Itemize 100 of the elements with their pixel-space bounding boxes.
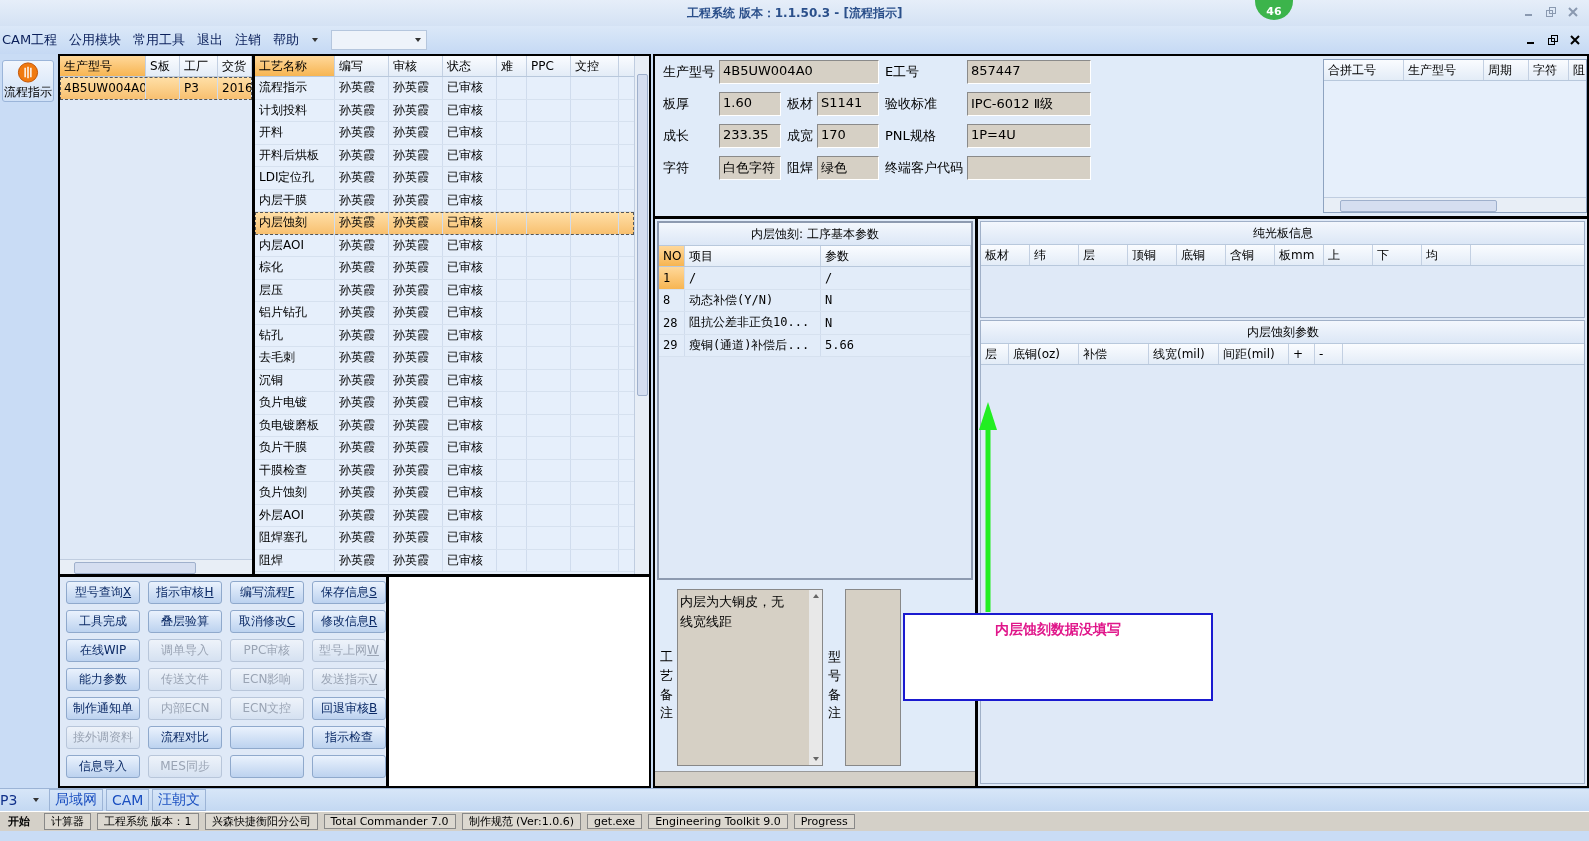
action-button[interactable]: 流程对比: [148, 726, 222, 749]
table-row[interactable]: 层压 孙英霞 孙英霞 已审核: [255, 279, 634, 302]
table-row[interactable]: 沉铜 孙英霞 孙英霞 已审核: [255, 369, 634, 392]
table-row[interactable]: 外层AOI 孙英霞 孙英霞 已审核: [255, 504, 634, 527]
input-field[interactable]: 绿色: [817, 156, 879, 180]
action-button[interactable]: 型号查询X: [66, 581, 140, 604]
taskbar-item[interactable]: 兴森快捷衡阳分公司: [204, 813, 318, 830]
column-header[interactable]: +: [1289, 344, 1315, 364]
column-header[interactable]: 阻: [1569, 60, 1586, 80]
column-header[interactable]: 层: [1079, 245, 1128, 265]
vertical-scrollbar[interactable]: [809, 590, 822, 765]
column-header[interactable]: 板mm: [1275, 245, 1324, 265]
action-button[interactable]: 保存信息S: [312, 581, 386, 604]
action-button[interactable]: 取消修改C: [230, 610, 304, 633]
status-tab[interactable]: 汪朝文: [152, 789, 207, 811]
table-row[interactable]: 去毛刺 孙英霞 孙英霞 已审核: [255, 347, 634, 370]
horizontal-scrollbar[interactable]: [1324, 197, 1586, 212]
column-header[interactable]: NO: [659, 246, 685, 266]
dropdown-arrow-icon[interactable]: [311, 37, 320, 43]
column-header[interactable]: 工厂: [180, 56, 218, 76]
column-header[interactable]: 间距(mil): [1219, 344, 1289, 364]
blank-button[interactable]: [230, 726, 304, 749]
status-tab[interactable]: 局域网: [49, 789, 103, 811]
column-header[interactable]: 项目: [685, 246, 821, 266]
sidebar-button[interactable]: 流程指示: [2, 60, 54, 102]
menu-item[interactable]: 退出: [197, 31, 224, 49]
column-header[interactable]: 层: [981, 344, 1009, 364]
input-field[interactable]: [967, 156, 1091, 180]
action-button[interactable]: 回退审核B: [312, 697, 386, 720]
input-field[interactable]: 170: [817, 124, 879, 148]
table-row[interactable]: 开料 孙英霞 孙英霞 已审核: [255, 122, 634, 145]
column-header[interactable]: 审核: [389, 56, 443, 76]
menu-item[interactable]: 帮助: [273, 31, 300, 49]
column-header[interactable]: 含铜: [1226, 245, 1275, 265]
vertical-scrollbar[interactable]: [634, 56, 649, 574]
column-header[interactable]: 生产型号: [60, 56, 146, 76]
column-header[interactable]: 顶铜: [1128, 245, 1177, 265]
horizontal-scrollbar[interactable]: [655, 771, 975, 786]
remark-field[interactable]: [845, 589, 901, 766]
column-header[interactable]: 状态: [443, 56, 497, 76]
table-row[interactable]: 负电镀磨板 孙英霞 孙英霞 已审核: [255, 414, 634, 437]
column-header[interactable]: 板材: [981, 245, 1030, 265]
column-header[interactable]: 工艺名称: [255, 56, 335, 76]
column-header[interactable]: 均: [1422, 245, 1471, 265]
table-row[interactable]: 棕化 孙英霞 孙英霞 已审核: [255, 257, 634, 280]
column-header[interactable]: 文控: [571, 56, 619, 76]
column-header[interactable]: 参数: [821, 246, 971, 266]
table-row[interactable]: 钻孔 孙英霞 孙英霞 已审核: [255, 324, 634, 347]
horizontal-scrollbar[interactable]: [60, 559, 252, 574]
action-button[interactable]: 在线WIP: [66, 639, 140, 662]
input-field[interactable]: 4B5UW004A0: [719, 60, 879, 84]
action-button[interactable]: 指示检查: [312, 726, 386, 749]
blank-button[interactable]: [312, 755, 386, 778]
menu-item[interactable]: 公用模块: [69, 31, 122, 49]
column-header[interactable]: 交货: [218, 56, 252, 76]
menu-item[interactable]: 常用工具: [133, 31, 186, 49]
input-field[interactable]: 1P=4U: [967, 124, 1091, 148]
table-row[interactable]: 负片蚀刻 孙英霞 孙英霞 已审核: [255, 482, 634, 505]
table-row[interactable]: 阻焊塞孔 孙英霞 孙英霞 已审核: [255, 527, 634, 550]
taskbar-item[interactable]: 工程系统 版本：1: [97, 813, 199, 830]
menu-item[interactable]: 注销: [235, 31, 262, 49]
action-button[interactable]: 工具完成: [66, 610, 140, 633]
action-button[interactable]: 编写流程F: [230, 581, 304, 604]
table-row[interactable]: 开料后烘板 孙英霞 孙英霞 已审核: [255, 144, 634, 167]
plant-selector[interactable]: P3: [0, 792, 26, 808]
dropdown-field[interactable]: [331, 30, 428, 50]
column-header[interactable]: 编写: [335, 56, 389, 76]
column-header[interactable]: 生产型号: [1404, 60, 1484, 80]
remark-field[interactable]: 内层为大铜皮，无线宽线距: [677, 589, 823, 766]
column-header[interactable]: 线宽(mil): [1149, 344, 1219, 364]
column-header[interactable]: 补偿: [1079, 344, 1149, 364]
column-header[interactable]: 周期: [1484, 60, 1529, 80]
taskbar-item[interactable]: get.exe: [587, 814, 643, 829]
column-header[interactable]: -: [1315, 344, 1343, 364]
blank-button[interactable]: [230, 755, 304, 778]
column-header[interactable]: 上: [1324, 245, 1373, 265]
taskbar-item[interactable]: 制作规范 (Ver:1.0.6): [461, 813, 582, 830]
menu-item[interactable]: CAM工程: [2, 31, 58, 49]
table-row[interactable]: 负片电镀 孙英霞 孙英霞 已审核: [255, 392, 634, 415]
input-field[interactable]: 1.60: [719, 92, 781, 116]
input-field[interactable]: S1141: [817, 92, 879, 116]
action-button[interactable]: 叠层验算: [148, 610, 222, 633]
input-field[interactable]: 233.35: [719, 124, 781, 148]
status-tab[interactable]: CAM: [106, 789, 150, 811]
restore-icon[interactable]: [1547, 34, 1559, 46]
input-field[interactable]: 白色字符: [719, 156, 781, 180]
input-field[interactable]: IPC-6012 Ⅱ级: [967, 92, 1091, 116]
caret-icon[interactable]: [414, 37, 423, 43]
scroll-up-icon[interactable]: [811, 593, 820, 599]
column-header[interactable]: 字符: [1529, 60, 1569, 80]
start-button[interactable]: 开始: [0, 814, 38, 829]
table-row[interactable]: 内层干膜 孙英霞 孙英霞 已审核: [255, 189, 634, 212]
table-row[interactable]: 阻焊 孙英霞 孙英霞 已审核: [255, 549, 634, 572]
column-header[interactable]: PPC: [527, 56, 571, 76]
column-header[interactable]: 底铜(oz): [1009, 344, 1079, 364]
taskbar-item[interactable]: 计算器: [44, 813, 91, 830]
table-row[interactable]: 内层AOI 孙英霞 孙英霞 已审核: [255, 234, 634, 257]
column-header[interactable]: 纬: [1030, 245, 1079, 265]
table-row[interactable]: 铝片钻孔 孙英霞 孙英霞 已审核: [255, 302, 634, 325]
table-row[interactable]: 流程指示 孙英霞 孙英霞 已审核: [255, 77, 634, 100]
